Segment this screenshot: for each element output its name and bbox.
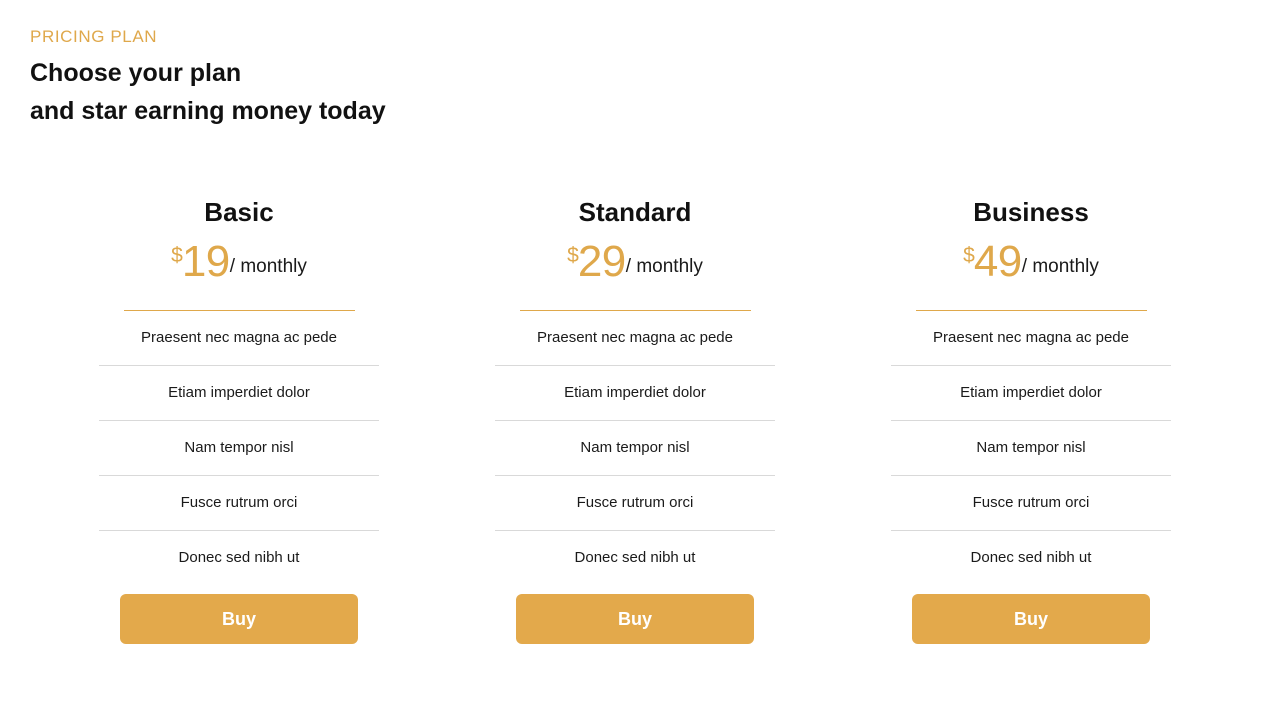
pricing-plan-list: Basic $19/ monthly Praesent nec magna ac… xyxy=(0,196,1280,644)
price-amount: 29 xyxy=(577,237,626,286)
list-item: Donec sed nibh ut xyxy=(970,549,1092,566)
pricing-card-basic: Basic $19/ monthly Praesent nec magna ac… xyxy=(99,196,379,644)
plan-name: Business xyxy=(973,197,1089,227)
price-amount: 19 xyxy=(181,237,230,286)
plan-price: $29/ monthly xyxy=(495,232,775,296)
page-title-line-2: and star earning money today xyxy=(30,97,386,125)
currency-symbol: $ xyxy=(567,244,579,267)
list-item: Etiam imperdiet dolor xyxy=(99,366,379,421)
currency-symbol: $ xyxy=(171,244,183,267)
plan-name: Standard xyxy=(578,197,692,227)
buy-button[interactable]: Buy xyxy=(516,594,754,644)
feature-list: Praesent nec magna ac pede Etiam imperdi… xyxy=(99,311,379,585)
list-item: Nam tempor nisl xyxy=(495,421,775,476)
plan-price: $49/ monthly xyxy=(891,232,1171,296)
list-item: Nam tempor nisl xyxy=(891,421,1171,476)
slide-header: PRICING PLAN Choose your plan and star e… xyxy=(30,26,730,130)
list-item: Donec sed nibh ut xyxy=(178,549,300,566)
list-item: Donec sed nibh ut xyxy=(574,549,696,566)
billing-period: / monthly xyxy=(1021,256,1099,277)
list-item: Praesent nec magna ac pede xyxy=(495,311,775,366)
buy-button[interactable]: Buy xyxy=(912,594,1150,644)
eyebrow-label: PRICING PLAN xyxy=(30,27,158,46)
list-item: Fusce rutrum orci xyxy=(891,476,1171,531)
billing-period: / monthly xyxy=(229,256,307,277)
page-title: Choose your plan and star earning money … xyxy=(30,54,730,130)
currency-symbol: $ xyxy=(963,244,975,267)
page-title-line-1: Choose your plan xyxy=(30,59,242,87)
feature-list: Praesent nec magna ac pede Etiam imperdi… xyxy=(891,311,1171,585)
list-item: Etiam imperdiet dolor xyxy=(891,366,1171,421)
pricing-slide: PRICING PLAN Choose your plan and star e… xyxy=(0,0,1280,720)
list-item: Nam tempor nisl xyxy=(99,421,379,476)
pricing-card-business: Business $49/ monthly Praesent nec magna… xyxy=(891,196,1171,644)
list-item: Etiam imperdiet dolor xyxy=(495,366,775,421)
feature-list: Praesent nec magna ac pede Etiam imperdi… xyxy=(495,311,775,585)
price-amount: 49 xyxy=(973,237,1022,286)
pricing-card-standard: Standard $29/ monthly Praesent nec magna… xyxy=(495,196,775,644)
billing-period: / monthly xyxy=(625,256,703,277)
plan-price: $19/ monthly xyxy=(99,232,379,296)
buy-button[interactable]: Buy xyxy=(120,594,358,644)
plan-name: Basic xyxy=(204,197,274,227)
list-item: Fusce rutrum orci xyxy=(495,476,775,531)
list-item: Praesent nec magna ac pede xyxy=(99,311,379,366)
list-item: Fusce rutrum orci xyxy=(99,476,379,531)
list-item: Praesent nec magna ac pede xyxy=(891,311,1171,366)
